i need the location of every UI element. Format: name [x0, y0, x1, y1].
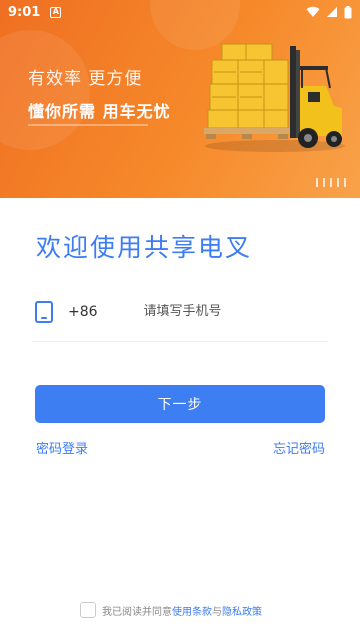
- battery-icon: [344, 5, 352, 18]
- forklift-illustration: [204, 43, 345, 152]
- banner-slogan-primary: 有效率 更方便: [28, 69, 143, 89]
- wifi-icon: [306, 6, 320, 18]
- status-bar: 9:01 A: [0, 0, 360, 24]
- banner: 9:01 A 有效率 更方便 懂你所需 用车无忧: [0, 0, 360, 198]
- status-time: 9:01: [8, 4, 41, 20]
- next-step-button[interactable]: 下一步: [35, 385, 325, 423]
- agreement-prefix: 我已阅读并同意: [102, 606, 172, 618]
- welcome-title: 欢迎使用共享电叉: [36, 233, 253, 262]
- phone-input-row: +86: [32, 296, 328, 342]
- agreement-checkbox[interactable]: [80, 602, 96, 618]
- password-login-link[interactable]: 密码登录: [36, 438, 88, 457]
- mobile-phone-icon: [35, 300, 53, 323]
- agreement-row: 我已阅读并同意 使用条款 与 隐私政策: [80, 602, 262, 618]
- forgot-password-link[interactable]: 忘记密码: [273, 438, 325, 457]
- terms-of-use-link[interactable]: 使用条款: [172, 603, 212, 618]
- banner-decoration: [0, 30, 90, 150]
- status-icons: [306, 5, 352, 19]
- banner-slogan-secondary: 懂你所需 用车无忧: [28, 102, 171, 121]
- agreement-conjunction: 与: [212, 606, 222, 618]
- country-code[interactable]: +86: [68, 304, 98, 320]
- banner-pager: [316, 178, 346, 187]
- banner-underline: [28, 124, 148, 126]
- signal-icon: [327, 7, 337, 17]
- notification-icon: A: [50, 6, 62, 18]
- privacy-policy-link[interactable]: 隐私政策: [222, 603, 262, 618]
- phone-number-input[interactable]: [143, 304, 314, 319]
